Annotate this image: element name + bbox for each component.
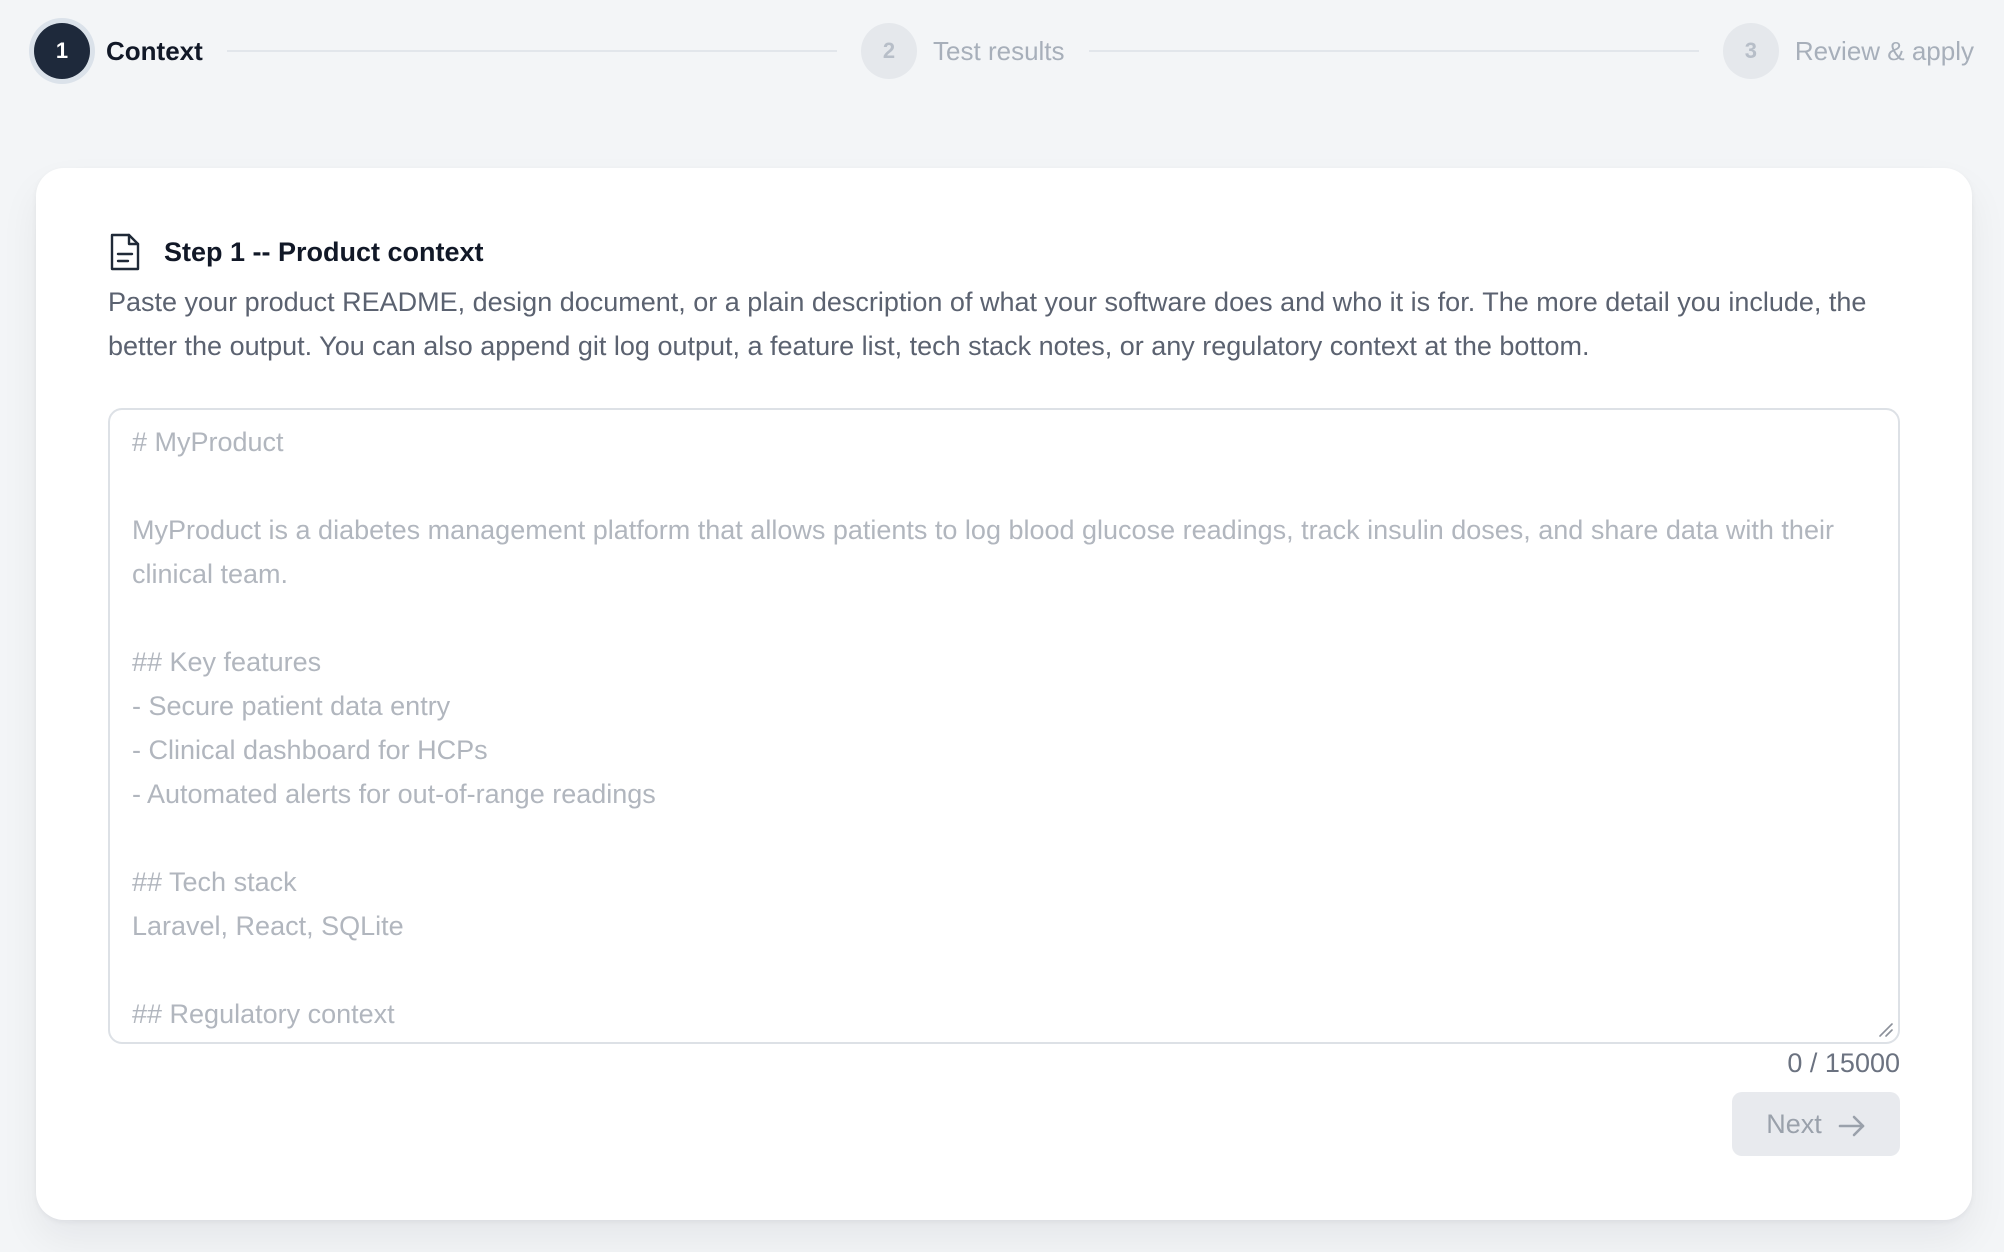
step-test-results[interactable]: 2 Test results bbox=[861, 23, 1065, 79]
step-connector bbox=[226, 50, 838, 52]
arrow-right-icon bbox=[1838, 1113, 1866, 1137]
step-context[interactable]: 1 Context bbox=[34, 23, 203, 79]
step-number-circle: 1 bbox=[34, 23, 90, 79]
stepper: 1 Context 2 Test results 3 Review & appl… bbox=[34, 23, 1974, 79]
next-button-label: Next bbox=[1766, 1108, 1822, 1139]
next-button[interactable]: Next bbox=[1732, 1092, 1900, 1156]
step-number-circle: 2 bbox=[861, 23, 918, 79]
document-icon bbox=[108, 232, 142, 272]
product-context-card: Step 1 -- Product context Paste your pro… bbox=[36, 168, 1972, 1220]
step-label: Context bbox=[106, 35, 203, 66]
character-count: 0 / 15000 bbox=[1787, 1048, 1900, 1078]
step-connector bbox=[1088, 50, 1699, 52]
resize-handle-icon[interactable] bbox=[1876, 1020, 1894, 1038]
card-header: Step 1 -- Product context bbox=[108, 232, 484, 272]
card-title: Step 1 -- Product context bbox=[164, 236, 484, 267]
textarea-placeholder: # MyProduct MyProduct is a diabetes mana… bbox=[132, 427, 1834, 1029]
product-context-textarea[interactable]: # MyProduct MyProduct is a diabetes mana… bbox=[108, 408, 1900, 1044]
step-number-circle: 3 bbox=[1722, 23, 1779, 79]
step-label: Review & apply bbox=[1794, 35, 1975, 66]
card-description: Paste your product README, design docume… bbox=[108, 287, 1867, 361]
step-review-apply[interactable]: 3 Review & apply bbox=[1722, 23, 1975, 79]
step-label: Test results bbox=[933, 35, 1065, 66]
